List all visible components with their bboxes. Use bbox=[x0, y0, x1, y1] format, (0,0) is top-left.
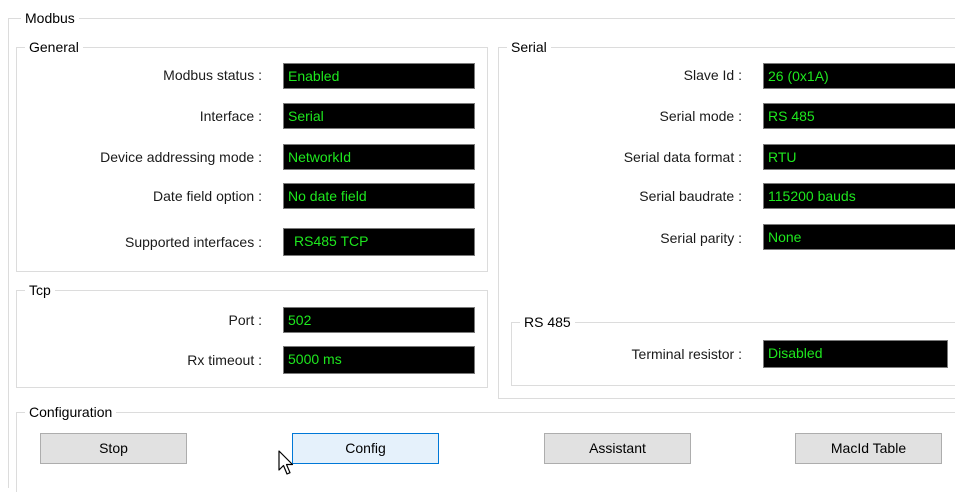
mouse-pointer-icon bbox=[278, 450, 294, 475]
device-addressing-mode-field[interactable]: NetworkId bbox=[283, 144, 475, 170]
serial-parity-label: Serial parity : bbox=[660, 230, 742, 246]
stop-button[interactable]: Stop bbox=[40, 433, 187, 464]
device-addressing-mode-label: Device addressing mode : bbox=[100, 149, 262, 165]
date-field-option-label: Date field option : bbox=[153, 188, 262, 204]
supported-interfaces-label: Supported interfaces : bbox=[125, 234, 262, 250]
assistant-button[interactable]: Assistant bbox=[544, 433, 691, 464]
port-field[interactable]: 502 bbox=[283, 307, 475, 333]
configuration-group-title: Configuration bbox=[25, 404, 117, 420]
port-label: Port : bbox=[228, 312, 262, 328]
serial-mode-field[interactable]: RS 485 bbox=[763, 103, 955, 129]
serial-mode-label: Serial mode : bbox=[659, 108, 742, 124]
modbus-status-label: Modbus status : bbox=[163, 67, 262, 83]
tcp-group-title: Tcp bbox=[25, 282, 55, 298]
modbus-status-field[interactable]: Enabled bbox=[283, 63, 475, 89]
terminal-resistor-label: Terminal resistor : bbox=[631, 346, 742, 362]
rx-timeout-field[interactable]: 5000 ms bbox=[283, 346, 475, 374]
serial-baudrate-label: Serial baudrate : bbox=[639, 188, 742, 204]
interface-label: Interface : bbox=[199, 108, 262, 124]
terminal-resistor-field[interactable]: Disabled bbox=[763, 340, 948, 368]
config-button[interactable]: Config bbox=[292, 433, 439, 464]
modbus-group-title: Modbus bbox=[21, 10, 79, 26]
serial-group-title: Serial bbox=[507, 39, 551, 55]
general-group-title: General bbox=[25, 39, 83, 55]
slave-id-field[interactable]: 26 (0x1A) bbox=[763, 63, 955, 89]
serial-baudrate-field[interactable]: 115200 bauds bbox=[763, 183, 955, 209]
serial-data-format-field[interactable]: RTU bbox=[763, 144, 955, 170]
interface-field[interactable]: Serial bbox=[283, 103, 475, 129]
serial-parity-field[interactable]: None bbox=[763, 224, 955, 250]
serial-data-format-label: Serial data format : bbox=[623, 149, 742, 165]
rs485-group-title: RS 485 bbox=[520, 314, 575, 330]
rx-timeout-label: Rx timeout : bbox=[187, 352, 262, 368]
macid-table-button[interactable]: MacId Table bbox=[795, 433, 942, 464]
date-field-option-field[interactable]: No date field bbox=[283, 183, 475, 209]
supported-interfaces-field[interactable]: RS485 TCP bbox=[283, 228, 475, 256]
slave-id-label: Slave Id : bbox=[683, 67, 742, 83]
